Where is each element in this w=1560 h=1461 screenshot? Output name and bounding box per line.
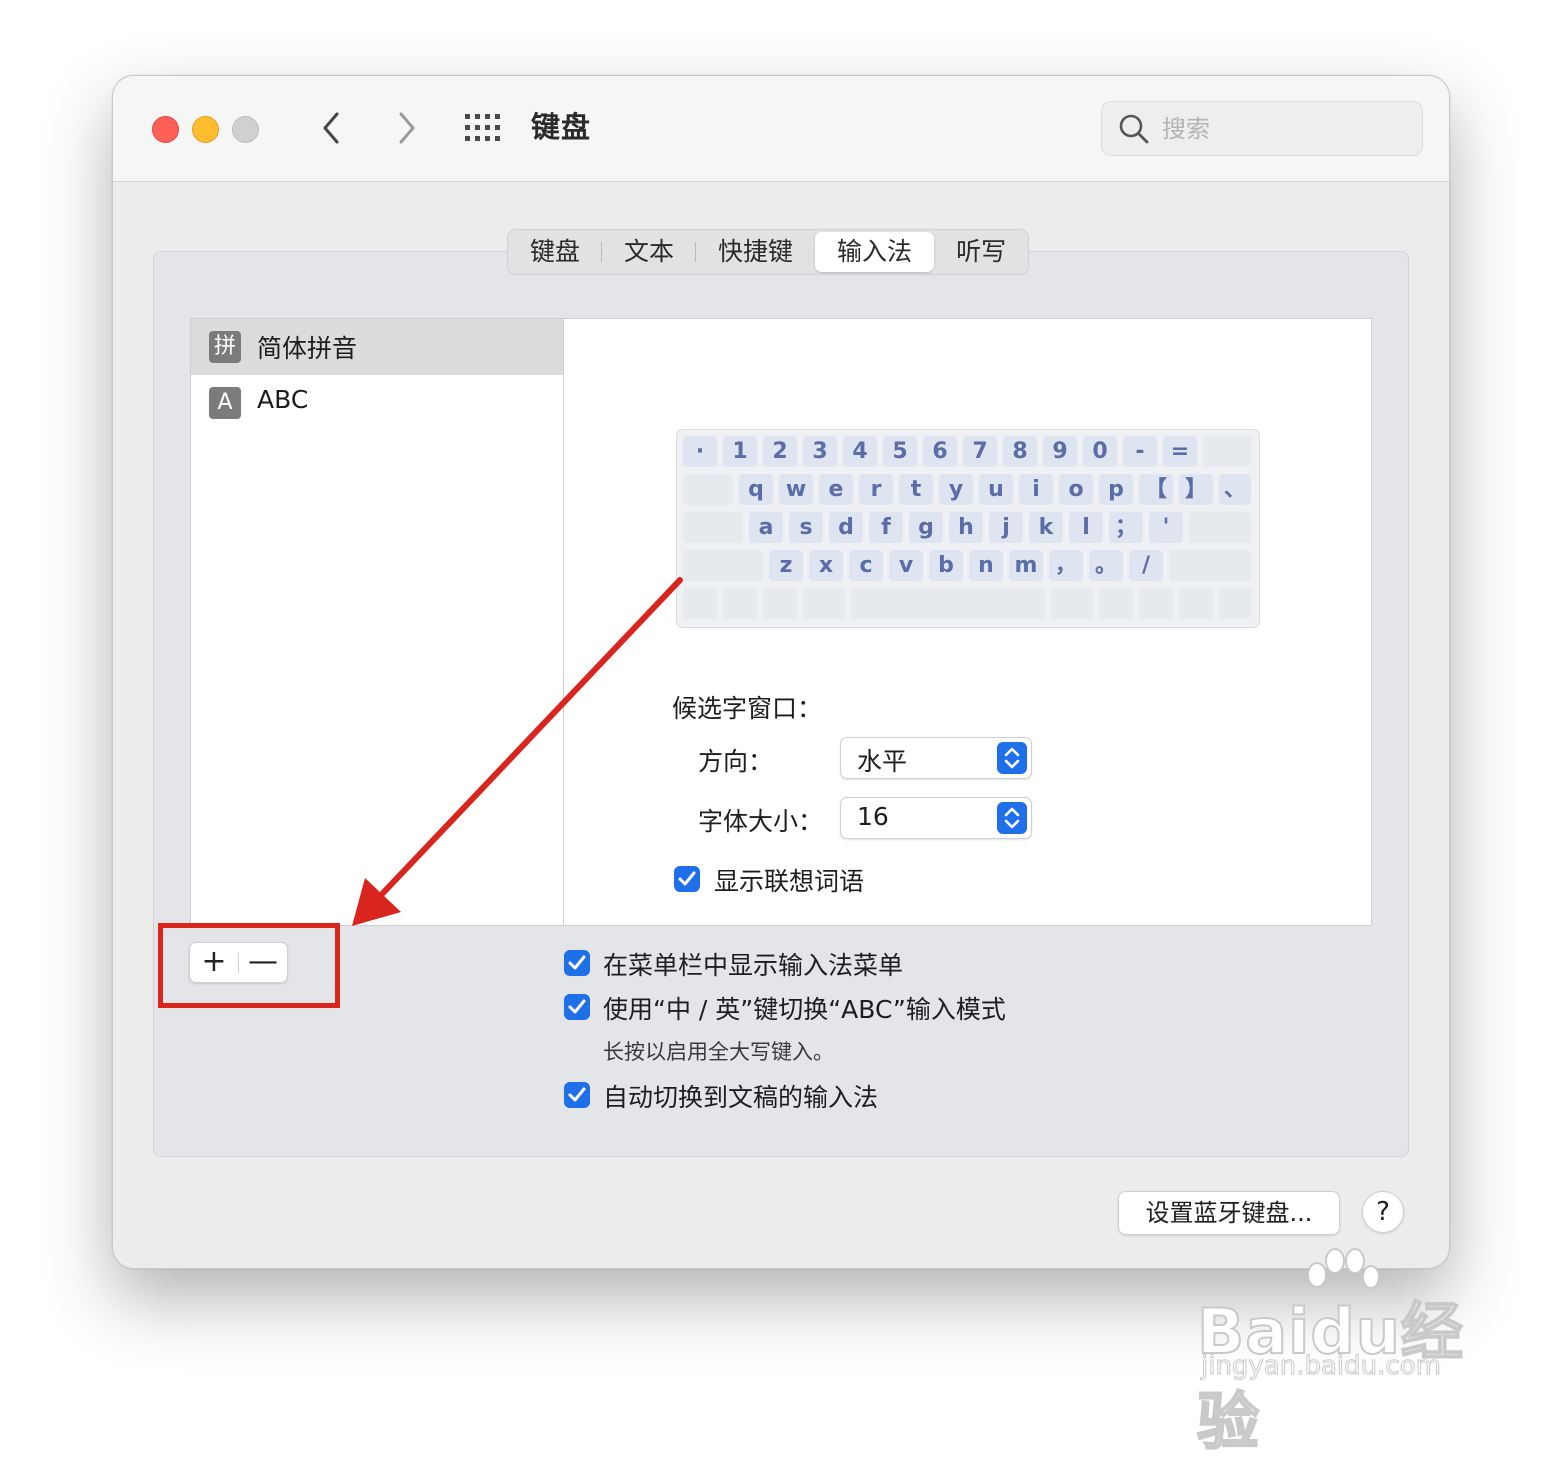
watermark-url: jingyan.baidu.com [1201, 1351, 1442, 1382]
annotation-arrow-icon [352, 577, 683, 926]
baidu-watermark: Baidu经验 jingyan.baidu.com [1195, 1245, 1485, 1459]
